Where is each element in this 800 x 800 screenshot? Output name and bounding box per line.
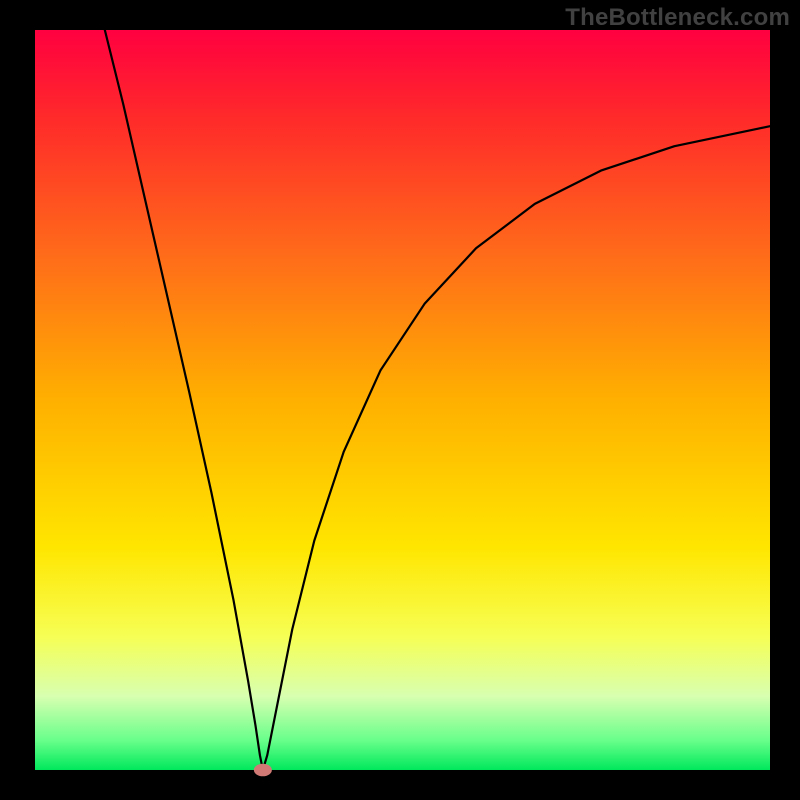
watermark-text: TheBottleneck.com xyxy=(565,4,790,32)
chart-frame: TheBottleneck.com xyxy=(0,0,800,800)
bottleneck-chart xyxy=(0,0,800,800)
minimum-marker xyxy=(254,764,272,777)
plot-background xyxy=(35,30,770,770)
